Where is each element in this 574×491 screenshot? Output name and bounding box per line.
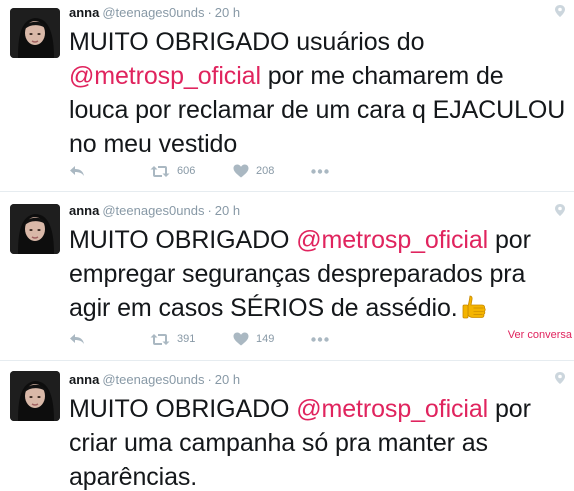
user-name[interactable]: anna <box>69 5 99 20</box>
more-icon <box>311 336 329 342</box>
retweet-icon <box>150 333 170 345</box>
thumbs-up-icon <box>462 295 486 319</box>
mention-link[interactable]: @metrosp_oficial <box>296 395 488 423</box>
separator-dot: · <box>207 372 212 387</box>
tweet-header: anna @teenages0unds · 20 h <box>69 203 240 219</box>
more-button[interactable] <box>311 160 329 182</box>
reply-icon <box>70 166 84 176</box>
user-handle[interactable]: @teenages0unds <box>102 372 204 387</box>
tweet-actions: 391 149 <box>69 328 369 350</box>
tweet-text-before: MUITO OBRIGADO <box>69 395 297 423</box>
tweet-text: MUITO OBRIGADO @metrosp_oficial por empr… <box>69 223 569 325</box>
view-conversation-link[interactable]: Ver conversa <box>508 329 572 341</box>
mention-link[interactable]: @metrosp_oficial <box>296 226 488 254</box>
like-button[interactable]: 208 <box>233 160 274 182</box>
retweet-count: 391 <box>177 333 196 345</box>
like-button[interactable]: 149 <box>233 328 274 350</box>
avatar[interactable] <box>10 8 60 58</box>
avatar[interactable] <box>10 371 60 421</box>
retweet-button[interactable]: 391 <box>150 328 195 350</box>
user-handle[interactable]: @teenages0unds <box>102 5 204 20</box>
more-icon <box>311 168 329 174</box>
tweet-text: MUITO OBRIGADO @metrosp_oficial por cria… <box>69 392 569 491</box>
tweet-time[interactable]: 20 h <box>215 5 240 20</box>
more-button[interactable] <box>311 328 329 350</box>
tweet-1[interactable]: anna @teenages0unds · 20 h MUITO OBRIGADO u… <box>0 0 574 191</box>
heart-icon <box>233 332 249 346</box>
retweet-button[interactable]: 606 <box>150 160 195 182</box>
separator-dot: · <box>207 5 212 20</box>
user-handle[interactable]: @teenages0unds <box>102 203 204 218</box>
avatar[interactable] <box>10 204 60 254</box>
retweet-count: 606 <box>177 165 196 177</box>
user-name[interactable]: anna <box>69 203 99 218</box>
tweet-time[interactable]: 20 h <box>215 372 240 387</box>
reply-icon <box>70 334 84 344</box>
tweet-text-before: MUITO OBRIGADO usuários do <box>69 28 425 56</box>
retweet-icon <box>150 165 170 177</box>
like-count: 149 <box>256 333 275 345</box>
like-count: 208 <box>256 165 275 177</box>
tweet-time[interactable]: 20 h <box>215 203 240 218</box>
tweet-header: anna @teenages0unds · 20 h <box>69 372 240 388</box>
tweet-actions: 606 208 <box>69 160 369 182</box>
tweet-2[interactable]: anna @teenages0unds · 20 h MUITO OBRIGADO @… <box>0 192 574 360</box>
pin-icon <box>555 204 565 216</box>
user-name[interactable]: anna <box>69 372 99 387</box>
tweet-text-before: MUITO OBRIGADO <box>69 226 297 254</box>
tweet-text: MUITO OBRIGADO usuários do @metrosp_ofic… <box>69 25 569 161</box>
heart-icon <box>233 164 249 178</box>
reply-button[interactable] <box>69 328 85 350</box>
separator-dot: · <box>207 203 212 218</box>
pin-icon <box>555 372 565 384</box>
tweet-header: anna @teenages0unds · 20 h <box>69 5 240 21</box>
pin-icon <box>555 5 565 17</box>
tweet-3[interactable]: anna @teenages0unds · 20 h MUITO OBRIGADO @… <box>0 361 574 491</box>
reply-button[interactable] <box>69 160 85 182</box>
mention-link[interactable]: @metrosp_oficial <box>69 62 261 90</box>
